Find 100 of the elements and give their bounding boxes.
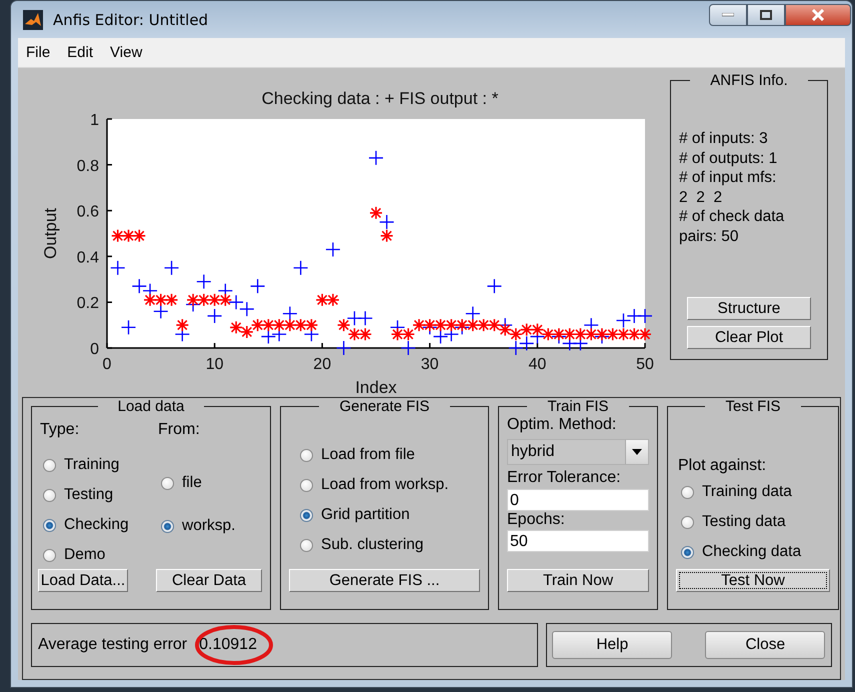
panel-title: Generate FIS [338,398,431,415]
star-marker [562,327,576,342]
panel-title: Test FIS [724,398,782,415]
radio-button[interactable] [681,546,694,558]
push-button[interactable]: Generate FIS ... [289,569,480,592]
plus-marker [120,320,136,336]
push-button[interactable]: Load Data... [38,569,128,592]
menu-item[interactable]: File [24,44,52,61]
axis-label: Index [355,378,397,397]
radio-label: Training [64,456,120,474]
push-button[interactable]: Structure [687,297,811,320]
field-label: Optim. Method: [507,416,618,434]
radio-button[interactable] [300,448,313,462]
star-marker [574,327,588,342]
tick-label: 0.6 [76,204,99,221]
tick-label: 0 [102,356,112,373]
minimize-icon [722,13,734,17]
star-marker [250,318,264,332]
menu-item[interactable]: View [108,44,144,61]
field-label: Epochs: [507,512,566,528]
radio-label: Sub. clustering [321,536,424,554]
radio-button[interactable] [43,548,56,562]
push-button[interactable]: Train Now [507,569,649,592]
star-marker [272,318,286,332]
plus-marker [260,328,276,344]
radio-button[interactable] [300,508,313,522]
tick-label: 0.4 [76,249,99,266]
star-marker [530,322,544,336]
plus-marker [400,340,416,356]
star-marker [509,327,523,342]
radio-label: Testing [64,486,114,504]
input-field[interactable]: 0 [507,489,649,511]
caret-icon [632,449,642,455]
radio-button[interactable] [161,476,174,490]
info-text: 2 2 2 [679,188,724,208]
info-text: # of input mfs: [679,168,778,188]
star-marker [358,327,372,342]
star-marker [326,293,340,307]
star-marker [488,318,502,332]
star-marker [262,318,276,332]
star-marker [218,293,232,307]
minimize-button[interactable] [709,4,747,26]
star-marker [401,327,416,342]
star-marker [336,318,351,332]
push-button[interactable]: Test Now [676,569,830,592]
radio-button[interactable] [43,488,56,502]
radio-label: Grid partition [321,506,410,524]
star-marker [283,318,297,332]
window-title: Anfis Editor: Untitled [53,10,208,28]
star-marker [154,293,168,307]
radio-label: file [182,474,202,492]
star-marker [143,293,157,307]
panel-title: Train FIS [546,398,610,415]
push-button[interactable]: Help [552,631,672,659]
radio-button[interactable] [681,516,694,528]
input-field[interactable]: 50 [507,530,649,552]
star-marker [412,318,426,332]
app-icon [23,10,43,30]
info-text: # of outputs: 1 [679,148,778,168]
star-marker [197,293,211,307]
radio-button[interactable] [161,520,174,532]
tick-label: 0 [90,341,99,358]
radio-label: Checking [64,516,129,534]
radio-button[interactable] [300,538,313,552]
plus-marker [293,260,308,276]
group-label: From: [158,421,201,439]
close-button[interactable] [785,4,851,26]
radio-label: Checking data [702,543,802,561]
menu-item[interactable]: Edit [65,44,96,61]
plus-marker [132,278,147,294]
plus-marker [206,308,222,324]
radio-label: Training data [702,483,792,501]
star-marker [627,327,642,342]
star-marker [520,322,534,336]
close-icon [811,9,825,21]
tick-label: 0.8 [76,158,99,175]
maximize-button[interactable] [747,4,785,26]
radio-button[interactable] [43,518,56,532]
push-button[interactable]: Clear Data [156,569,262,592]
star-marker [110,228,125,243]
radio-button[interactable] [681,486,694,498]
plus-marker [616,312,632,328]
star-marker [444,318,458,332]
plus-marker [368,150,384,166]
star-marker [584,327,598,342]
radio-button[interactable] [300,478,313,492]
method-dropdown[interactable]: hybrid [507,439,649,465]
push-button[interactable]: Close [705,631,826,659]
plus-marker [379,214,394,230]
plus-marker [432,328,448,344]
star-marker [304,318,318,332]
push-button[interactable]: Clear Plot [687,326,811,349]
plus-marker [486,278,502,294]
axis-label: Output [41,208,60,260]
status-label: Average testing error [38,636,188,654]
star-marker [229,320,243,334]
star-marker [186,293,200,307]
star-marker [455,318,469,332]
star-marker [164,293,178,307]
radio-button[interactable] [43,458,56,472]
